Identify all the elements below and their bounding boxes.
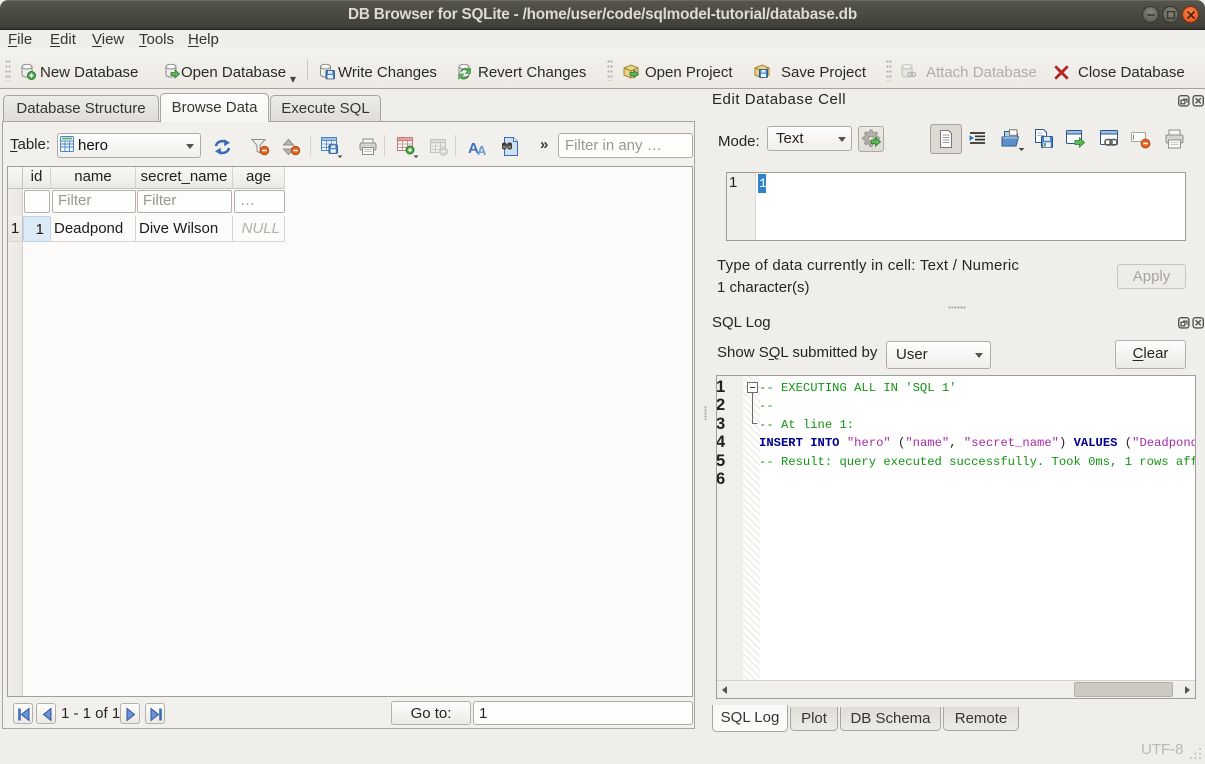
svg-text:A: A xyxy=(477,143,487,156)
